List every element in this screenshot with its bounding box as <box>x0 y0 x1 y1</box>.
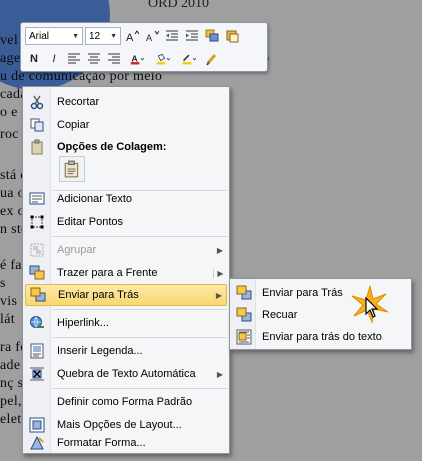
document-line: roc <box>0 127 19 142</box>
menu-item-quebra-texto[interactable]: Quebra de Texto Automática ▶ <box>25 363 227 385</box>
menu-item-recortar[interactable]: Recortar <box>25 91 227 113</box>
menu-item-label: Editar Pontos <box>57 216 124 228</box>
format-painter-button[interactable] <box>203 27 221 45</box>
document-line: vis <box>0 294 18 309</box>
send-to-back-icon <box>30 287 46 302</box>
font-size-value: 12 <box>89 30 101 42</box>
chevron-right-icon: ▶ <box>213 268 227 278</box>
align-right-button[interactable] <box>105 50 123 68</box>
menu-item-editar-pontos[interactable]: Editar Pontos <box>25 211 227 233</box>
fill-color-icon <box>156 53 170 65</box>
menu-item-label: Copiar <box>57 119 90 131</box>
send-behind-text-icon <box>236 329 252 345</box>
bring-to-front-icon <box>29 265 45 280</box>
paste-keep-format-button[interactable] <box>59 156 85 182</box>
indent-decrease-icon <box>166 30 178 41</box>
hyperlink-icon <box>30 316 44 328</box>
send-to-back-icon <box>236 285 252 300</box>
menu-item-inserir-legenda[interactable]: Inserir Legenda... <box>25 340 227 362</box>
text-box-icon <box>29 192 45 205</box>
chevron-right-icon: ▶ <box>216 369 224 379</box>
menu-item-label: Trazer para a Frente <box>57 267 158 279</box>
send-backward-icon <box>236 307 252 322</box>
paste-icon <box>31 139 43 155</box>
svg-text:A: A <box>126 32 134 43</box>
menu-item-label: Recortar <box>57 96 100 108</box>
mouse-cursor-icon <box>351 285 389 324</box>
grow-font-icon: A <box>126 30 139 43</box>
mini-toolbar: Arial ▼ 12 ▼ A A N I A <box>20 22 268 72</box>
menu-item-definir-padrao[interactable]: Definir como Forma Padrão <box>25 391 227 413</box>
menu-item-label: Enviar para trás do texto <box>262 331 382 343</box>
paste-options-header: Opções de Colagem: <box>25 136 227 158</box>
menu-item-trazer-frente[interactable]: Trazer para a Frente ▶ <box>25 262 227 284</box>
styles-button[interactable] <box>223 27 241 45</box>
font-name-value: Arial <box>29 30 50 42</box>
document-header-fragment: ORD 2010 <box>148 0 210 11</box>
insert-caption-icon <box>30 343 44 359</box>
menu-item-adicionar-texto[interactable]: Adicionar Texto <box>25 188 227 210</box>
align-right-icon <box>108 53 120 64</box>
line-color-button[interactable] <box>177 50 201 68</box>
format-painter-icon <box>205 29 219 42</box>
menu-item-enviar-tras[interactable]: Enviar para Trás ▶ <box>25 284 227 306</box>
svg-text:A: A <box>132 53 138 63</box>
menu-item-label: Hiperlink... <box>57 317 109 329</box>
word-window: ORD 2010 vel notar isso a parti agem, ob… <box>0 0 422 461</box>
align-left-button[interactable] <box>65 50 83 68</box>
italic-button[interactable]: I <box>45 50 63 68</box>
menu-item-copiar[interactable]: Copiar <box>25 114 227 136</box>
menu-item-label: Inserir Legenda... <box>57 345 143 357</box>
layout-options-icon <box>29 417 45 433</box>
font-color-button[interactable]: A <box>125 50 149 68</box>
indent-increase-icon <box>186 30 198 41</box>
shrink-font-icon: A <box>146 30 159 43</box>
document-line: lát <box>0 312 15 327</box>
chevron-right-icon: ▶ <box>215 290 223 300</box>
menu-item-label: Mais Opções de Layout... <box>57 419 182 431</box>
menu-item-label: Agrupar <box>57 244 97 256</box>
format-shape-icon <box>30 435 44 450</box>
styles-icon <box>226 30 239 43</box>
menu-item-label: Quebra de Texto Automática <box>57 368 196 380</box>
font-name-combo[interactable]: Arial ▼ <box>25 27 83 45</box>
copy-icon <box>30 118 44 132</box>
menu-item-label: Enviar para Trás <box>58 289 139 301</box>
scissors-icon <box>30 95 44 110</box>
menu-item-label: Definir como Forma Padrão <box>57 396 193 408</box>
menu-item-agrupar[interactable]: Agrupar ▶ <box>25 239 227 261</box>
grow-font-button[interactable]: A <box>123 27 141 45</box>
menu-item-label: Adicionar Texto <box>57 193 133 205</box>
group-icon <box>30 243 44 257</box>
fill-color-button[interactable] <box>151 50 175 68</box>
align-center-button[interactable] <box>85 50 103 68</box>
chevron-down-icon: ▼ <box>110 32 117 40</box>
submenu-item-enviar-texto[interactable]: Enviar para trás do texto <box>232 326 412 348</box>
increase-indent-button[interactable] <box>183 27 201 45</box>
text-wrap-icon <box>30 367 44 381</box>
align-left-icon <box>68 53 80 64</box>
brush-icon <box>206 54 217 66</box>
font-color-icon: A <box>130 53 144 65</box>
document-line: s <box>0 276 6 291</box>
paste-options-label: Opções de Colagem: <box>57 141 167 153</box>
context-menu: Recortar Copiar Opções de Colagem: Adici… <box>22 86 230 454</box>
bold-button[interactable]: N <box>25 50 43 68</box>
edit-points-icon <box>30 215 44 229</box>
chevron-right-icon: ▶ <box>216 245 224 255</box>
menu-item-label: Formatar Forma... <box>57 437 146 449</box>
chevron-down-icon: ▼ <box>72 32 79 40</box>
line-color-icon <box>182 54 196 65</box>
menu-item-hiperlink[interactable]: Hiperlink... <box>25 312 227 334</box>
paste-clipboard-icon <box>64 160 79 178</box>
format-brush-button[interactable] <box>203 50 221 68</box>
align-center-icon <box>88 53 100 64</box>
svg-text:A: A <box>146 33 152 43</box>
decrease-indent-button[interactable] <box>163 27 181 45</box>
font-size-combo[interactable]: 12 ▼ <box>85 27 121 45</box>
menu-item-formatar-forma[interactable]: Formatar Forma... <box>25 432 227 454</box>
shrink-font-button[interactable]: A <box>143 27 161 45</box>
